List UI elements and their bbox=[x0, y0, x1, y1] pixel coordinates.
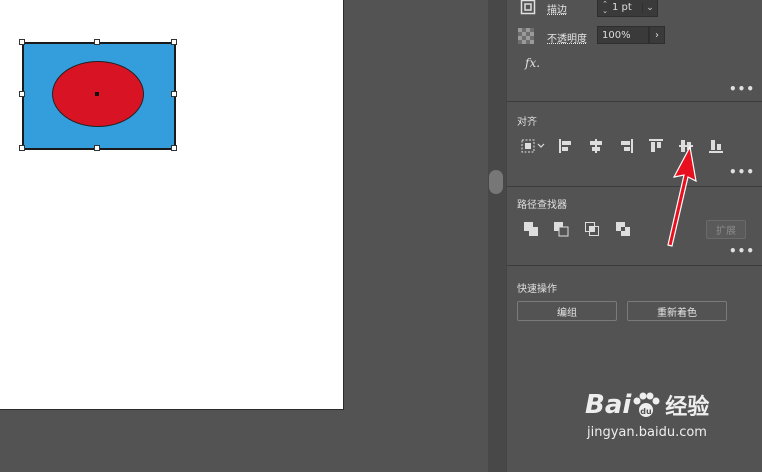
stroke-weight-field[interactable]: ⌃ ⌄ 1 pt ⌄ bbox=[597, 0, 658, 17]
resize-handle-top-right[interactable] bbox=[171, 39, 177, 45]
watermark-du: du bbox=[641, 407, 653, 416]
resize-handle-top-left[interactable] bbox=[19, 39, 25, 45]
opacity-checker-icon[interactable] bbox=[515, 25, 537, 47]
stroke-label[interactable]: 描边 bbox=[547, 1, 567, 16]
divider bbox=[507, 101, 762, 102]
pathfinder-more-button[interactable]: ••• bbox=[729, 244, 755, 258]
pathfinder-section-title: 路径查找器 bbox=[517, 200, 567, 211]
resize-handle-bottom-left[interactable] bbox=[19, 145, 25, 151]
canvas-area[interactable] bbox=[0, 0, 488, 472]
recolor-button[interactable]: 重新着色 bbox=[627, 301, 727, 321]
align-to-selection-icon[interactable] bbox=[519, 135, 547, 157]
unite-icon[interactable] bbox=[520, 218, 542, 240]
align-more-button[interactable]: ••• bbox=[729, 165, 755, 179]
watermark-brand-right: 经验 bbox=[665, 395, 710, 420]
annotation-arrow bbox=[667, 145, 697, 247]
paw-icon: du bbox=[633, 392, 660, 417]
watermark-brand-left: Bai bbox=[585, 390, 632, 420]
divider bbox=[507, 186, 762, 187]
center-point bbox=[95, 92, 99, 96]
opacity-label[interactable]: 不透明度 bbox=[547, 30, 587, 45]
intersect-icon[interactable] bbox=[581, 218, 603, 240]
resize-handle-left[interactable] bbox=[19, 91, 25, 97]
opacity-field[interactable]: 100% › bbox=[597, 26, 665, 44]
stroke-dropdown-chevron-icon[interactable]: ⌄ bbox=[642, 2, 657, 13]
exclude-icon[interactable] bbox=[612, 218, 634, 240]
vertical-align-bottom-icon[interactable] bbox=[705, 135, 727, 157]
opacity-chevron-right-icon[interactable]: › bbox=[649, 26, 665, 44]
watermark-url: jingyan.baidu.com bbox=[587, 425, 707, 440]
fx-icon[interactable]: fx. bbox=[525, 56, 540, 70]
appearance-more-button[interactable]: ••• bbox=[729, 82, 755, 96]
opacity-input[interactable]: 100% bbox=[597, 26, 649, 44]
expand-button[interactable]: 扩展 bbox=[706, 220, 746, 239]
divider bbox=[507, 265, 762, 266]
stroke-stepper-icon[interactable]: ⌃ ⌄ bbox=[598, 0, 612, 15]
resize-handle-bottom-right[interactable] bbox=[171, 145, 177, 151]
resize-handle-top[interactable] bbox=[94, 39, 100, 45]
group-button[interactable]: 编组 bbox=[517, 301, 617, 321]
baidu-watermark: Bai du 经验 jingyan.baidu.com bbox=[585, 385, 755, 463]
stroke-swatch-icon[interactable] bbox=[517, 0, 539, 18]
resize-handle-bottom[interactable] bbox=[94, 145, 100, 151]
align-section-title: 对齐 bbox=[517, 117, 537, 128]
stroke-weight-value[interactable]: 1 pt bbox=[612, 2, 642, 13]
horizontal-align-left-icon[interactable] bbox=[555, 135, 577, 157]
resize-handle-right[interactable] bbox=[171, 91, 177, 97]
minus-front-icon[interactable] bbox=[550, 218, 572, 240]
horizontal-align-right-icon[interactable] bbox=[615, 135, 637, 157]
quick-actions-section-title: 快速操作 bbox=[517, 284, 557, 295]
panel-scroll-thumb[interactable] bbox=[489, 170, 503, 194]
panel-scroll-track[interactable] bbox=[488, 0, 506, 472]
horizontal-align-center-icon[interactable] bbox=[585, 135, 607, 157]
